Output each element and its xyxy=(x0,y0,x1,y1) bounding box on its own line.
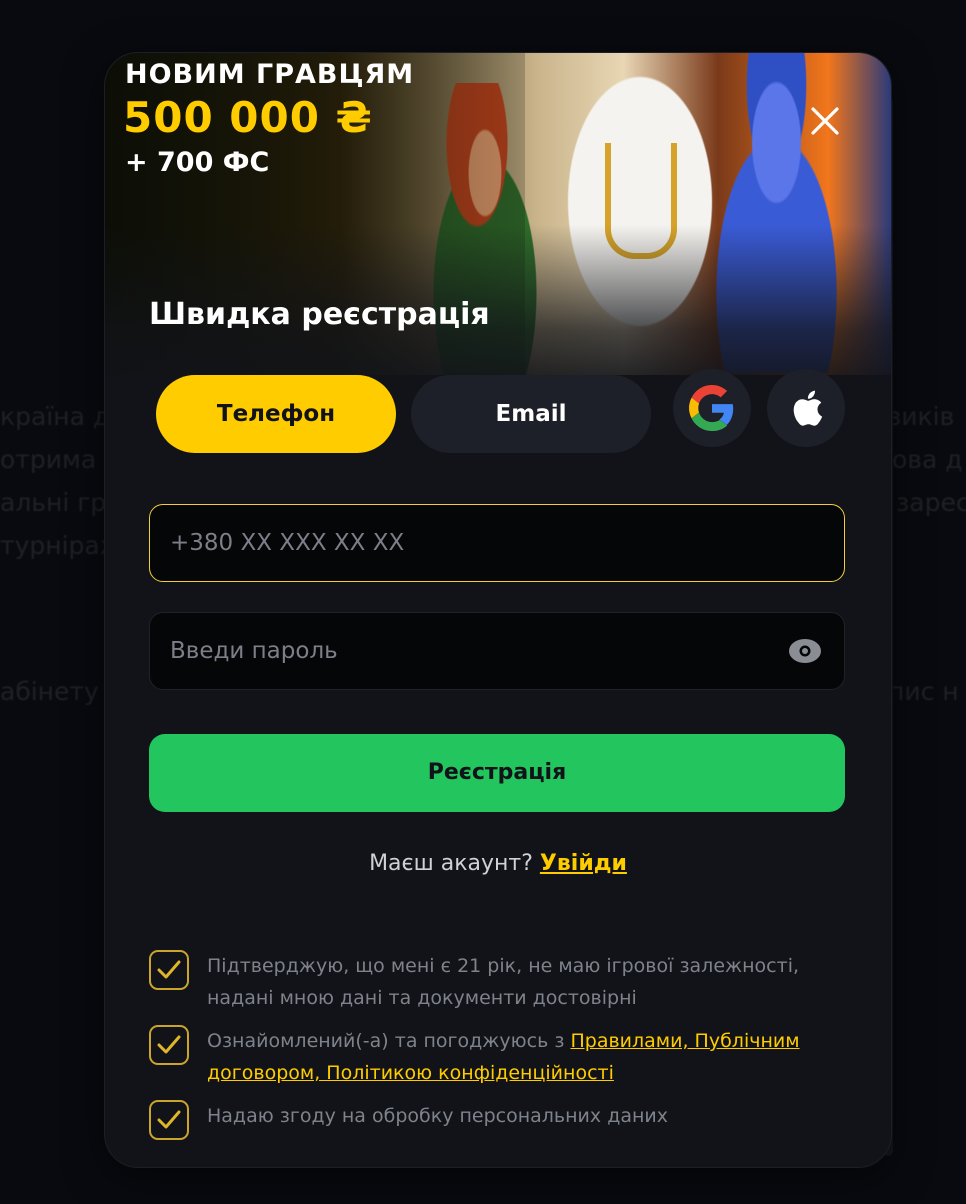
checkmark-icon xyxy=(157,960,181,979)
promo-headline: НОВИМ ГРАВЦЯМ xyxy=(125,59,415,90)
consent-age-text: Підтверджую, що мені є 21 рік, не маю іг… xyxy=(207,955,800,1009)
tab-email[interactable]: Email xyxy=(411,375,651,453)
checkmark-icon xyxy=(157,1035,181,1054)
consent-data-text: Надаю згоду на обробку персональних дани… xyxy=(207,1105,668,1127)
consent-personal-data: Надаю згоду на обробку персональних дани… xyxy=(149,1100,849,1144)
promo-banner: НОВИМ ГРАВЦЯМ 500 000 ₴ + 700 ФС Швидка … xyxy=(105,53,891,375)
consent-terms-text: Ознайомлений(-а) та погоджуюсь з Правила… xyxy=(207,1025,847,1089)
password-input[interactable] xyxy=(150,613,844,689)
promo-free-spins: + 700 ФС xyxy=(125,147,270,178)
login-link[interactable]: Увійди xyxy=(540,851,627,876)
consent-terms-checkbox[interactable] xyxy=(149,1025,189,1065)
login-prompt: Маєш акаунт? Увійди xyxy=(105,851,891,876)
google-icon xyxy=(689,385,734,431)
registration-modal: НОВИМ ГРАВЦЯМ 500 000 ₴ + 700 ФС Швидка … xyxy=(104,52,892,1168)
apple-icon xyxy=(793,390,823,426)
consent-age: Підтверджую, що мені є 21 рік, не маю іг… xyxy=(149,950,849,1016)
phone-input[interactable] xyxy=(150,505,844,581)
close-button[interactable] xyxy=(805,101,845,141)
password-field-wrapper xyxy=(149,612,845,690)
google-login-button[interactable] xyxy=(673,369,751,447)
register-button[interactable]: Реєстрація xyxy=(149,734,845,812)
consent-data-checkbox[interactable] xyxy=(149,1100,189,1140)
consent-terms: Ознайомлений(-а) та погоджуюсь з Правила… xyxy=(149,1025,849,1091)
modal-title: Швидка реєстрація xyxy=(149,297,490,332)
close-icon xyxy=(811,107,839,135)
eye-icon[interactable] xyxy=(788,638,822,664)
promo-amount: 500 000 ₴ xyxy=(123,93,373,142)
consent-terms-prefix: Ознайомлений(-а) та погоджуюсь з xyxy=(207,1030,571,1052)
checkmark-icon xyxy=(157,1110,181,1129)
apple-login-button[interactable] xyxy=(767,369,845,447)
phone-field-wrapper xyxy=(149,504,845,582)
tab-phone[interactable]: Телефон xyxy=(156,375,396,453)
login-question: Маєш акаунт? xyxy=(369,851,533,876)
consent-age-checkbox[interactable] xyxy=(149,950,189,990)
